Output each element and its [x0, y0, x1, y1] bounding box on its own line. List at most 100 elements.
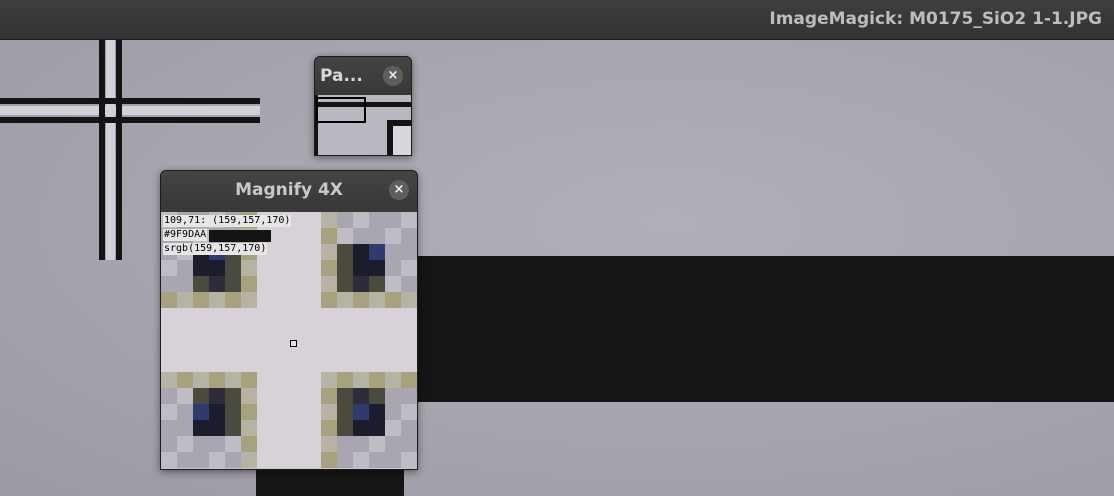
crosshair-line-bottom-horizontal	[0, 117, 260, 123]
magnified-pixel	[289, 452, 305, 468]
magnified-pixel	[241, 404, 257, 420]
window-title: ImageMagick: M0175_SiO2 1-1.JPG	[769, 9, 1102, 29]
magnify-window-header[interactable]: Magnify 4X ×	[161, 171, 417, 209]
magnified-pixel	[273, 436, 289, 452]
magnified-pixel	[305, 372, 321, 388]
magnified-view[interactable]: 109,71: (159,157,170) #9F9DAA srgb(159,1…	[161, 212, 417, 469]
magnified-pixel	[177, 260, 193, 276]
magnified-pixel	[321, 404, 337, 420]
magnified-pixel	[177, 324, 193, 340]
magnified-pixel	[273, 324, 289, 340]
magnified-pixel	[321, 244, 337, 260]
magnified-pixel	[385, 244, 401, 260]
pan-window-header[interactable]: Pa... ×	[315, 57, 411, 95]
magnified-pixel	[177, 436, 193, 452]
magnified-pixel	[385, 324, 401, 340]
magnified-pixel	[273, 276, 289, 292]
magnified-pixel	[337, 356, 353, 372]
magnified-pixel	[305, 276, 321, 292]
magnified-pixel	[369, 436, 385, 452]
magnified-pixel	[305, 452, 321, 468]
magnified-pixel	[241, 356, 257, 372]
magnify-close-icon[interactable]: ×	[389, 180, 409, 200]
magnified-pixel	[273, 452, 289, 468]
magnified-pixel	[385, 388, 401, 404]
magnified-pixel	[193, 356, 209, 372]
magnified-pixel	[353, 324, 369, 340]
magnified-pixel	[289, 276, 305, 292]
magnified-pixel	[353, 436, 369, 452]
magnified-pixel	[289, 260, 305, 276]
magnified-pixel	[321, 420, 337, 436]
magnified-pixel	[321, 372, 337, 388]
magnified-pixel	[353, 404, 369, 420]
magnified-pixel	[337, 324, 353, 340]
magnified-pixel	[369, 308, 385, 324]
magnified-pixel	[225, 292, 241, 308]
magnified-pixel	[337, 244, 353, 260]
magnified-pixel	[209, 292, 225, 308]
magnified-pixel	[353, 244, 369, 260]
magnified-pixel	[273, 340, 289, 356]
dark-horizontal-bar	[418, 256, 1114, 402]
magnified-pixel	[257, 436, 273, 452]
magnified-pixel	[305, 260, 321, 276]
magnified-pixel	[401, 340, 417, 356]
magnified-pixel	[289, 372, 305, 388]
magnified-pixel	[177, 292, 193, 308]
magnified-pixel	[289, 228, 305, 244]
magnified-pixel	[177, 308, 193, 324]
magnified-pixel	[369, 292, 385, 308]
window-title-bar[interactable]: ImageMagick: M0175_SiO2 1-1.JPG	[0, 0, 1114, 40]
magnified-pixel	[337, 308, 353, 324]
pan-thumbnail[interactable]	[315, 95, 411, 155]
magnified-pixel	[209, 404, 225, 420]
magnified-pixel	[161, 388, 177, 404]
magnified-pixel	[401, 436, 417, 452]
magnified-pixel	[273, 228, 289, 244]
magnified-pixel	[401, 228, 417, 244]
magnified-pixel	[305, 436, 321, 452]
magnified-pixel	[385, 340, 401, 356]
magnified-pixel	[305, 308, 321, 324]
magnified-pixel	[353, 308, 369, 324]
magnified-pixel	[177, 404, 193, 420]
magnified-pixel	[257, 276, 273, 292]
magnified-pixel	[209, 420, 225, 436]
magnified-pixel	[161, 436, 177, 452]
magnified-pixel	[369, 404, 385, 420]
magnified-pixel	[193, 420, 209, 436]
magnified-pixel	[337, 452, 353, 468]
magnified-pixel	[177, 276, 193, 292]
magnified-pixel	[369, 356, 385, 372]
magnified-pixel	[225, 436, 241, 452]
magnified-pixel	[337, 404, 353, 420]
magnified-pixel	[401, 260, 417, 276]
pixel-color-swatch	[209, 230, 271, 242]
magnified-pixel	[273, 372, 289, 388]
magnified-pixel	[241, 388, 257, 404]
magnified-pixel	[305, 420, 321, 436]
magnified-pixel	[369, 388, 385, 404]
magnified-pixel	[385, 228, 401, 244]
magnified-pixel	[337, 388, 353, 404]
pan-close-icon[interactable]: ×	[383, 66, 403, 86]
magnified-pixel	[257, 324, 273, 340]
magnify-window[interactable]: Magnify 4X × 109,71: (159,157,170) #9F9D…	[160, 170, 418, 470]
magnified-pixel	[289, 404, 305, 420]
magnified-pixel	[257, 372, 273, 388]
magnified-pixel	[193, 340, 209, 356]
magnified-pixel	[177, 356, 193, 372]
magnified-pixel	[353, 212, 369, 228]
magnified-pixel	[401, 388, 417, 404]
magnified-pixel	[401, 292, 417, 308]
magnified-pixel	[369, 372, 385, 388]
magnified-pixel	[321, 260, 337, 276]
magnified-pixel	[225, 388, 241, 404]
magnified-pixel	[257, 356, 273, 372]
magnified-pixel	[225, 372, 241, 388]
magnified-pixel	[289, 420, 305, 436]
pan-window[interactable]: Pa... ×	[314, 56, 412, 156]
magnified-pixel	[385, 276, 401, 292]
magnified-pixel	[177, 388, 193, 404]
